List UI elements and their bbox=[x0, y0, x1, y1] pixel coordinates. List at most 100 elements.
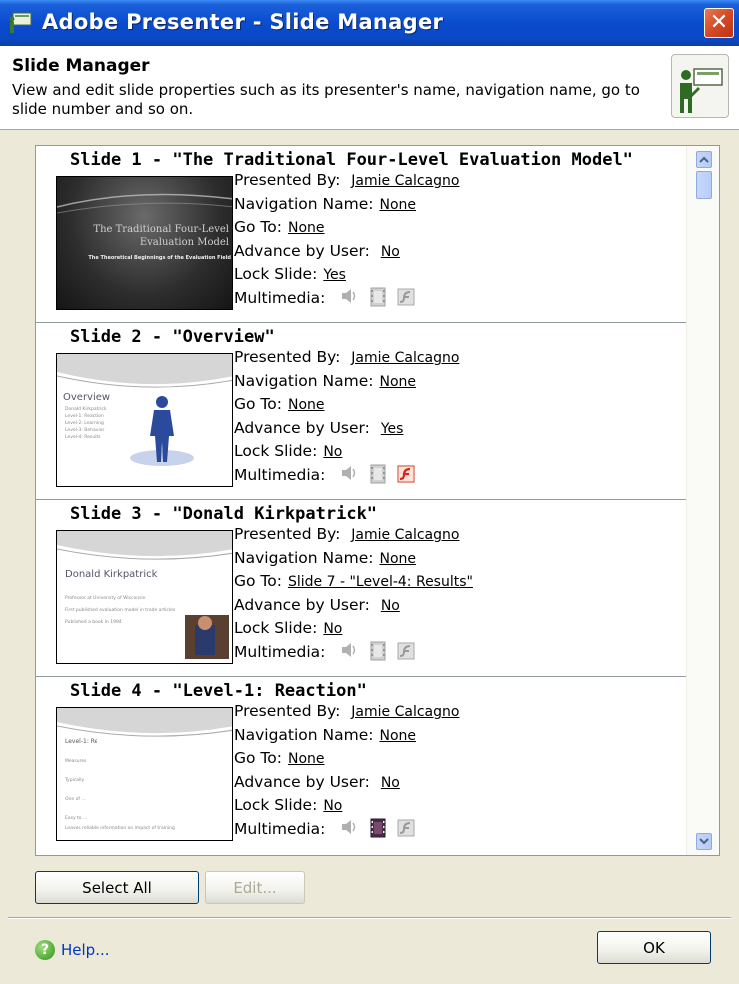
thumb-bullet: Measures bbox=[65, 759, 87, 764]
thumb-bullet: One of ... bbox=[65, 797, 86, 802]
ok-button[interactable]: OK bbox=[597, 931, 711, 964]
advance-by-user-label: Advance by User: bbox=[234, 418, 370, 437]
go-to-label: Go To: bbox=[234, 218, 282, 236]
page-title: Slide Manager bbox=[12, 56, 150, 76]
vertical-scrollbar[interactable] bbox=[686, 146, 719, 855]
advance-by-user-value[interactable]: No bbox=[381, 244, 400, 260]
lock-slide-value[interactable]: No bbox=[323, 444, 342, 460]
thumb-bullet: Professor at University of Wisconsin bbox=[65, 596, 146, 601]
navigation-name-label: Navigation Name: bbox=[234, 194, 374, 213]
navigation-name-value[interactable]: None bbox=[379, 197, 416, 213]
thumb-bullet: Published a book in 1994 bbox=[65, 620, 122, 625]
edit-button[interactable]: Edit... bbox=[205, 871, 305, 904]
slide-list[interactable]: Slide 1 - "The Traditional Four-Level Ev… bbox=[36, 146, 686, 855]
presented-by-label: Presented By: bbox=[234, 702, 341, 720]
slide-list-panel[interactable]: Slide 1 - "The Traditional Four-Level Ev… bbox=[35, 145, 720, 856]
lock-slide-value[interactable]: No bbox=[323, 798, 342, 814]
help-label: Help... bbox=[61, 941, 110, 959]
presented-by-value[interactable]: Jamie Calcagno bbox=[351, 704, 459, 720]
lock-slide-value[interactable]: No bbox=[323, 621, 342, 637]
navigation-name-value[interactable]: None bbox=[379, 551, 416, 567]
audio-icon[interactable] bbox=[340, 287, 360, 305]
lock-slide-label: Lock Slide: bbox=[234, 442, 318, 460]
advance-by-user-value[interactable]: Yes bbox=[381, 421, 404, 437]
select-all-label: Select All bbox=[82, 878, 152, 897]
audio-icon[interactable] bbox=[340, 641, 360, 659]
edit-label: Edit... bbox=[233, 878, 277, 897]
presented-by-value[interactable]: Jamie Calcagno bbox=[351, 350, 459, 366]
navigation-name-value[interactable]: None bbox=[379, 728, 416, 744]
thumb-title: Overview bbox=[63, 392, 111, 403]
go-to-value[interactable]: None bbox=[288, 220, 325, 236]
video-icon[interactable] bbox=[370, 641, 386, 661]
go-to-value[interactable]: Slide 7 - "Level-4: Results" bbox=[288, 574, 473, 590]
advance-by-user-label: Advance by User: bbox=[234, 595, 370, 614]
slide-row-3[interactable]: Slide 3 - "Donald Kirkpatrick" Donald Ki… bbox=[36, 500, 686, 677]
audio-icon[interactable] bbox=[340, 464, 360, 482]
presented-by-value[interactable]: Jamie Calcagno bbox=[351, 527, 459, 543]
audio-icon[interactable] bbox=[340, 818, 360, 836]
go-to-label: Go To: bbox=[234, 395, 282, 413]
thumb-title: Donald Kirkpatrick bbox=[65, 569, 158, 580]
go-to-value[interactable]: None bbox=[288, 751, 325, 767]
select-all-button[interactable]: Select All bbox=[35, 871, 199, 904]
thumb-bullet: Donald Kirkpatrick bbox=[65, 407, 107, 412]
ok-label: OK bbox=[643, 938, 665, 957]
lock-slide-value[interactable]: Yes bbox=[323, 267, 346, 283]
close-button[interactable]: ✕ bbox=[704, 8, 734, 38]
close-icon: ✕ bbox=[709, 10, 729, 35]
navigation-name-value[interactable]: None bbox=[379, 374, 416, 390]
thumb-bullet: Leaves reliable information on impact of… bbox=[65, 826, 175, 831]
advance-by-user-label: Advance by User: bbox=[234, 772, 370, 791]
video-icon[interactable] bbox=[370, 287, 386, 307]
thumb-bullet: Level-2: Learning bbox=[65, 421, 104, 426]
separator bbox=[8, 917, 731, 919]
thumb-bullet: Level-1: Reaction bbox=[65, 414, 104, 419]
navigation-name-label: Navigation Name: bbox=[234, 548, 374, 567]
thumb-bullet: Level-4: Results bbox=[65, 435, 101, 440]
lock-slide-label: Lock Slide: bbox=[234, 796, 318, 814]
scroll-down-button[interactable] bbox=[696, 833, 712, 850]
flash-icon[interactable] bbox=[396, 464, 416, 484]
presenter-icon bbox=[671, 54, 729, 118]
thumb-bullet: Level-3: Behavior bbox=[65, 428, 105, 433]
presenter-app-icon bbox=[9, 12, 32, 33]
flash-icon[interactable] bbox=[396, 641, 416, 661]
video-icon[interactable] bbox=[370, 818, 386, 838]
thumb-subtitle: The Theoretical Beginnings of the Evalua… bbox=[88, 255, 231, 261]
flash-icon[interactable] bbox=[396, 287, 416, 307]
slide-thumbnail: The Traditional Four-Level Evaluation Mo… bbox=[56, 176, 233, 310]
slide-heading: Slide 2 - "Overview" bbox=[70, 327, 275, 347]
video-icon[interactable] bbox=[370, 464, 386, 484]
window-title: Adobe Presenter - Slide Manager bbox=[42, 10, 444, 34]
slide-thumbnail: Overview Donald Kirkpatrick Level-1: Rea… bbox=[56, 353, 233, 487]
lock-slide-label: Lock Slide: bbox=[234, 265, 318, 283]
slide-thumbnail: Level-1: Reaction Measures Typically One… bbox=[56, 707, 233, 841]
help-link[interactable]: ? Help... bbox=[35, 940, 110, 960]
title-bar[interactable]: Adobe Presenter - Slide Manager ✕ bbox=[0, 0, 739, 46]
thumb-title: The Traditional Four-Level Evaluation Mo… bbox=[93, 224, 229, 248]
advance-by-user-value[interactable]: No bbox=[381, 598, 400, 614]
multimedia-label: Multimedia: bbox=[234, 819, 326, 838]
presented-by-label: Presented By: bbox=[234, 525, 341, 543]
thumb-bullet: First published evaluation model in trad… bbox=[65, 608, 176, 613]
slide-heading: Slide 1 - "The Traditional Four-Level Ev… bbox=[70, 150, 633, 170]
help-icon: ? bbox=[35, 940, 55, 960]
scroll-thumb[interactable] bbox=[696, 171, 712, 199]
go-to-value[interactable]: None bbox=[288, 397, 325, 413]
flash-icon[interactable] bbox=[396, 818, 416, 838]
lock-slide-label: Lock Slide: bbox=[234, 619, 318, 637]
slide-row-4[interactable]: Slide 4 - "Level-1: Reaction" Level-1: R… bbox=[36, 677, 686, 854]
navigation-name-label: Navigation Name: bbox=[234, 371, 374, 390]
presented-by-label: Presented By: bbox=[234, 171, 341, 189]
presented-by-value[interactable]: Jamie Calcagno bbox=[351, 173, 459, 189]
presented-by-label: Presented By: bbox=[234, 348, 341, 366]
scroll-up-button[interactable] bbox=[696, 151, 712, 168]
chevron-up-icon bbox=[699, 156, 709, 163]
chevron-down-icon bbox=[699, 838, 709, 845]
advance-by-user-value[interactable]: No bbox=[381, 775, 400, 791]
slide-row-1[interactable]: Slide 1 - "The Traditional Four-Level Ev… bbox=[36, 146, 686, 323]
slide-row-2[interactable]: Slide 2 - "Overview" Overview Donald Kir… bbox=[36, 323, 686, 500]
slide-heading: Slide 4 - "Level-1: Reaction" bbox=[70, 681, 367, 701]
thumb-bullet: Typically bbox=[65, 778, 85, 783]
